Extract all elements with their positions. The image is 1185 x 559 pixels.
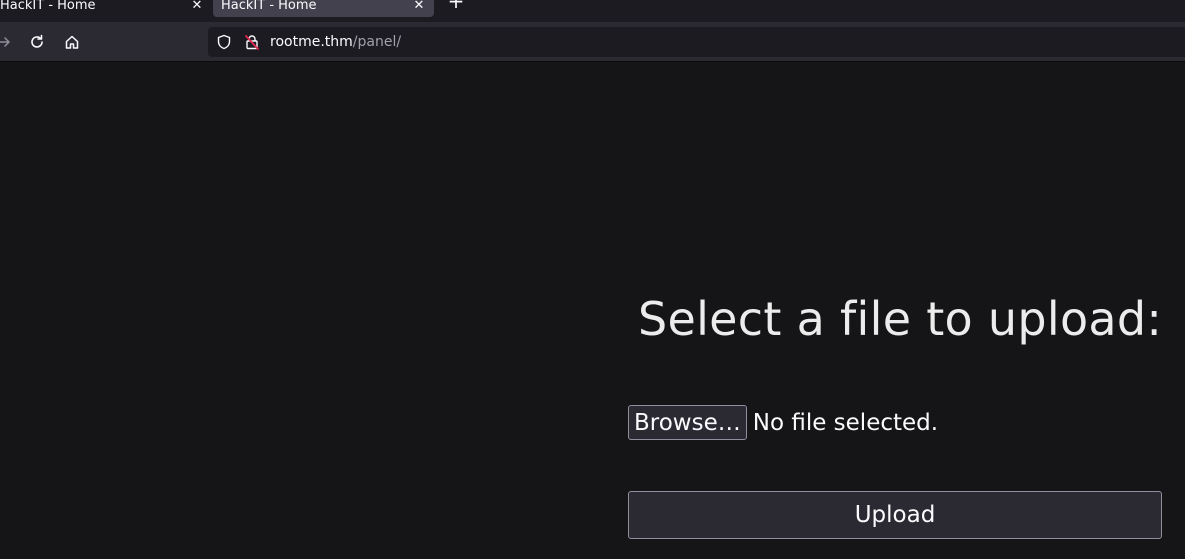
reload-icon[interactable] [24,29,50,55]
browse-button[interactable]: Browse… [628,405,747,440]
navigation-toolbar: rootme.thm/panel/ [0,22,1185,62]
close-icon[interactable]: ✕ [190,0,204,13]
url-host: rootme.thm [270,34,353,50]
tab-active[interactable]: HackIT - Home ✕ [213,0,434,17]
plus-icon[interactable]: + [446,0,466,13]
forward-arrow-icon[interactable] [0,29,18,55]
close-icon[interactable]: ✕ [412,0,426,13]
url-text[interactable]: rootme.thm/panel/ [270,34,401,50]
insecure-lock-icon[interactable] [244,34,260,50]
file-status-text: No file selected. [752,409,939,436]
tab-inactive[interactable]: HackIT - Home ✕ [0,0,212,17]
home-icon[interactable] [59,29,85,55]
shield-icon[interactable] [216,34,232,50]
address-bar[interactable]: rootme.thm/panel/ [208,27,1185,57]
upload-button[interactable]: Upload [628,491,1162,539]
file-input[interactable]: Browse… No file selected. [628,405,938,440]
page-content: Select a file to upload: Browse… No file… [0,62,1185,559]
tab-strip: HackIT - Home ✕ HackIT - Home ✕ + [0,0,1185,22]
tab-title: HackIT - Home [221,0,317,13]
url-path: /panel/ [352,34,402,50]
page-title: Select a file to upload: [638,292,1163,346]
tab-title: HackIT - Home [0,0,96,13]
